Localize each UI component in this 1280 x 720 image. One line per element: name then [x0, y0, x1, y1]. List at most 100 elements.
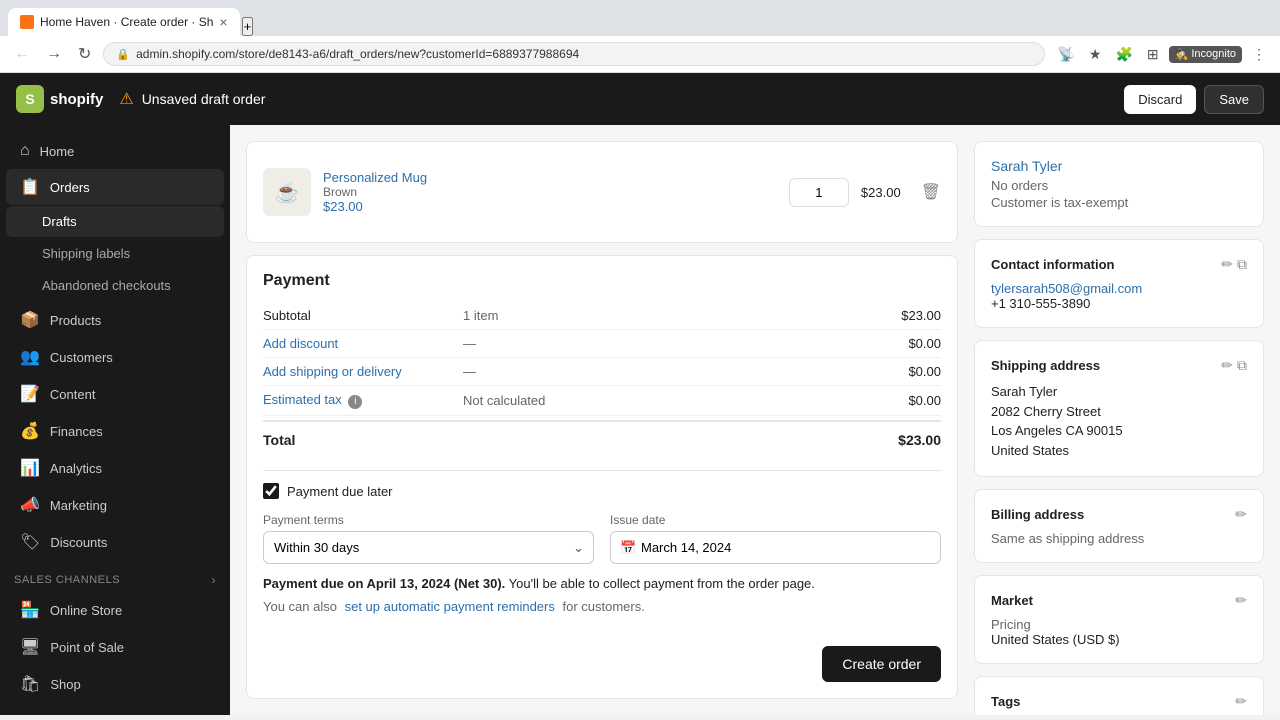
payment-due-checkbox-row: Payment due later: [263, 483, 941, 499]
customer-name[interactable]: Sarah Tyler: [991, 158, 1247, 174]
sidebar-online-store-label: Online Store: [50, 603, 122, 618]
sidebar-finances-label: Finances: [50, 424, 103, 439]
payment-due-label[interactable]: Payment due later: [287, 484, 393, 499]
discard-button[interactable]: Discard: [1124, 85, 1196, 114]
back-button[interactable]: ←: [10, 43, 34, 65]
customer-email[interactable]: tylersarah508@gmail.com: [991, 281, 1142, 296]
shipping-edit-icon[interactable]: ✏: [1221, 357, 1233, 374]
contact-title: Contact information: [991, 257, 1115, 272]
add-shipping-link[interactable]: Add shipping or delivery: [263, 364, 402, 379]
tags-title: Tags: [991, 694, 1020, 709]
extensions-button[interactable]: 🧩: [1111, 44, 1136, 65]
sidebar-item-shop[interactable]: 🛍 Shop: [6, 666, 224, 702]
online-store-icon: 🏪: [20, 600, 40, 620]
contact-copy-icon[interactable]: ⧉: [1237, 256, 1247, 273]
sidebar-item-customers[interactable]: 👥 Customers: [6, 339, 224, 375]
orders-icon: 📋: [20, 177, 40, 197]
market-edit-icon[interactable]: ✏: [1235, 592, 1247, 609]
sales-channels-chevron[interactable]: ›: [211, 573, 216, 587]
bookmark-button[interactable]: ★: [1085, 44, 1106, 65]
sidebar-item-online-store[interactable]: 🏪 Online Store: [6, 592, 224, 628]
cast-button[interactable]: 📡: [1053, 44, 1078, 65]
sidebar-item-content[interactable]: 📝 Content: [6, 376, 224, 412]
shipping-header: Shipping address ✏ ⧉: [991, 357, 1247, 374]
issue-date-input[interactable]: [610, 531, 941, 564]
estimated-tax-link[interactable]: Estimated tax: [263, 392, 342, 407]
customer-no-orders: No orders: [991, 178, 1247, 193]
warning-icon: ⚠: [119, 89, 133, 109]
sidebar-content-label: Content: [50, 387, 96, 402]
tab-title: Home Haven · Create order · Sh: [40, 15, 213, 29]
payment-terms-select[interactable]: Within 30 days: [263, 531, 594, 564]
payment-reminder-text: You can also set up automatic payment re…: [263, 599, 941, 614]
sidebar-item-products[interactable]: 📦 Products: [6, 302, 224, 338]
sidebar-item-home[interactable]: ⌂ Home: [6, 134, 224, 168]
refresh-button[interactable]: ↻: [74, 42, 95, 66]
total-amount: $23.00: [898, 432, 941, 448]
market-header: Market ✏: [991, 592, 1247, 609]
active-tab[interactable]: Home Haven · Create order · Sh ×: [8, 8, 240, 36]
sidebar-item-analytics[interactable]: 📊 Analytics: [6, 450, 224, 486]
pricing-label: Pricing: [991, 617, 1247, 632]
discount-label[interactable]: Add discount: [263, 336, 463, 351]
payment-reminders-link[interactable]: set up automatic payment reminders: [345, 599, 555, 614]
shipping-copy-icon[interactable]: ⧉: [1237, 357, 1247, 374]
contact-edit-icon[interactable]: ✏: [1221, 256, 1233, 273]
quantity-input[interactable]: [789, 178, 849, 207]
sales-channels-label: Sales channels: [14, 574, 120, 586]
pos-icon: 🖥: [20, 637, 40, 657]
sidebar-item-abandoned-checkouts[interactable]: Abandoned checkouts: [6, 270, 224, 301]
close-tab-button[interactable]: ×: [219, 14, 227, 30]
payment-due-checkbox[interactable]: [263, 483, 279, 499]
pricing-value: United States (USD $): [991, 632, 1247, 647]
discount-value: —: [463, 336, 871, 351]
payment-terms-group: Payment terms Within 30 days: [263, 513, 594, 564]
new-tab-button[interactable]: +: [242, 17, 254, 36]
shop-icon: 🛍: [20, 674, 40, 694]
product-name[interactable]: Personalized Mug: [323, 170, 777, 185]
sidebar-item-finances[interactable]: 💰 Finances: [6, 413, 224, 449]
save-button[interactable]: Save: [1204, 85, 1264, 114]
contact-header: Contact information ✏ ⧉: [991, 256, 1247, 273]
billing-title: Billing address: [991, 507, 1084, 522]
header-actions: Discard Save: [1124, 85, 1264, 114]
sidebar-item-shipping-labels[interactable]: Shipping labels: [6, 238, 224, 269]
billing-edit-icon[interactable]: ✏: [1235, 506, 1247, 523]
shipping-address-card: Shipping address ✏ ⧉ Sarah Tyler 2082 Ch…: [974, 340, 1264, 477]
create-order-button[interactable]: Create order: [822, 646, 941, 682]
sidebar-home-label: Home: [40, 144, 75, 159]
apps-section: Apps ›: [0, 703, 230, 715]
sidebar-browser-button[interactable]: ⊞: [1143, 44, 1163, 65]
billing-header: Billing address ✏: [991, 506, 1247, 523]
subtotal-amount: $23.00: [871, 308, 941, 323]
contact-icons: ✏ ⧉: [1221, 256, 1247, 273]
incognito-text: Incognito: [1191, 48, 1236, 60]
tax-info-icon[interactable]: i: [348, 395, 362, 409]
shopify-logo: S shopify: [16, 85, 103, 113]
shipping-name: Sarah Tyler: [991, 382, 1247, 402]
subtotal-qty: 1 item: [463, 308, 871, 323]
main-column: ☕ Personalized Mug Brown $23.00 $23.00 🗑…: [246, 141, 958, 699]
shipping-label[interactable]: Add shipping or delivery: [263, 364, 463, 379]
sidebar-item-marketing[interactable]: 📣 Marketing: [6, 487, 224, 523]
marketing-icon: 📣: [20, 495, 40, 515]
main-content: ☕ Personalized Mug Brown $23.00 $23.00 🗑…: [230, 125, 1280, 715]
sidebar-item-orders[interactable]: 📋 Orders: [6, 169, 224, 205]
page-title: Unsaved draft order: [142, 91, 266, 107]
menu-button[interactable]: ⋮: [1248, 44, 1270, 65]
subtotal-row: Subtotal 1 item $23.00: [263, 302, 941, 330]
tags-edit-icon[interactable]: ✏: [1235, 693, 1247, 710]
add-discount-link[interactable]: Add discount: [263, 336, 338, 351]
forward-button[interactable]: →: [42, 43, 66, 65]
sidebar-shipping-labels-label: Shipping labels: [42, 246, 130, 261]
sidebar-item-pos[interactable]: 🖥 Point of Sale: [6, 629, 224, 665]
payment-due-suffix: You'll be able to collect payment from t…: [509, 576, 815, 591]
address-bar[interactable]: 🔒 admin.shopify.com/store/de8143-a6/draf…: [103, 42, 1045, 66]
incognito-icon: 🕵: [1175, 48, 1189, 61]
product-row: ☕ Personalized Mug Brown $23.00 $23.00 🗑: [263, 158, 941, 226]
sidebar-item-drafts[interactable]: Drafts: [6, 206, 224, 237]
sidebar-pos-label: Point of Sale: [50, 640, 124, 655]
sidebar-item-discounts[interactable]: 🏷 Discounts: [6, 524, 224, 560]
sidebar-discounts-label: Discounts: [50, 535, 107, 550]
remove-product-button[interactable]: 🗑: [921, 182, 941, 202]
